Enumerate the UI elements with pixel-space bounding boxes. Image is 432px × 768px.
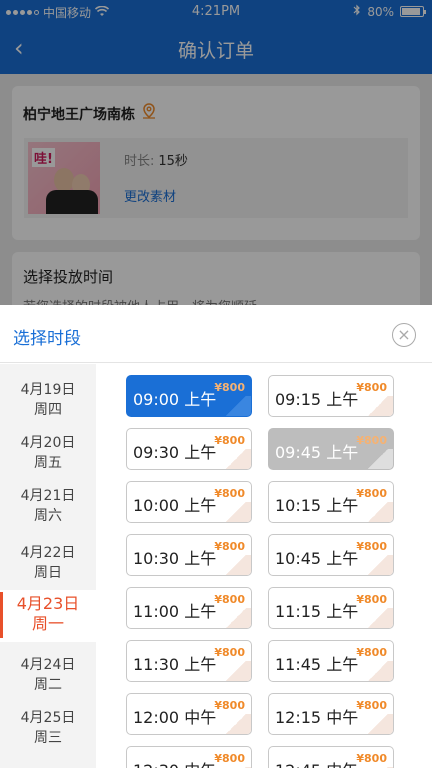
weekday-label: 周二: [34, 677, 62, 693]
slot-price: ¥800: [356, 646, 387, 659]
date-label: 4月24日: [20, 657, 76, 673]
date-item[interactable]: 4月22日周日: [0, 543, 96, 591]
time-slot[interactable]: 11:45 上午 ¥800: [268, 640, 394, 682]
time-slot[interactable]: 09:00 上午 ¥800: [126, 375, 252, 417]
date-label: 4月25日: [20, 710, 76, 726]
time-slot[interactable]: 12:00 中午 ¥800: [126, 693, 252, 735]
slot-price: ¥800: [214, 487, 245, 500]
slot-time: 12:15 中午: [275, 708, 359, 727]
corner-decoration: [221, 608, 251, 628]
date-item[interactable]: 4月21日周六: [0, 486, 96, 534]
slot-time: 10:00 上午: [133, 496, 217, 515]
slot-price: ¥800: [356, 593, 387, 606]
date-item[interactable]: 4月25日周三: [0, 708, 96, 756]
time-slot[interactable]: 10:30 上午 ¥800: [126, 534, 252, 576]
slot-price: ¥800: [356, 752, 387, 765]
weekday-label: 周六: [34, 508, 62, 524]
date-label: 4月21日: [20, 488, 76, 504]
corner-decoration: [221, 661, 251, 681]
slot-time: 11:15 上午: [275, 602, 359, 621]
time-slot[interactable]: 12:15 中午 ¥800: [268, 693, 394, 735]
time-slot[interactable]: 10:15 上午 ¥800: [268, 481, 394, 523]
time-slot[interactable]: 11:15 上午 ¥800: [268, 587, 394, 629]
date-item[interactable]: 4月24日周二: [0, 655, 96, 703]
date-label: 4月22日: [20, 545, 76, 561]
corner-decoration: [363, 608, 393, 628]
corner-decoration: [221, 396, 251, 416]
time-slot[interactable]: 10:00 上午 ¥800: [126, 481, 252, 523]
slot-time: 11:00 上午: [133, 602, 217, 621]
slot-price: ¥800: [214, 699, 245, 712]
corner-decoration: [221, 714, 251, 734]
slot-price: ¥800: [356, 487, 387, 500]
weekday-label: 周四: [34, 402, 62, 418]
slot-price: ¥800: [356, 434, 387, 447]
date-label: 4月20日: [20, 435, 76, 451]
corner-decoration: [363, 661, 393, 681]
time-slot[interactable]: 10:45 上午 ¥800: [268, 534, 394, 576]
slot-price: ¥800: [214, 381, 245, 394]
time-slot[interactable]: 09:30 上午 ¥800: [126, 428, 252, 470]
corner-decoration: [221, 555, 251, 575]
corner-decoration: [363, 555, 393, 575]
weekday-label: 周一: [31, 614, 64, 633]
corner-decoration: [363, 714, 393, 734]
slot-time: 10:30 上午: [133, 549, 217, 568]
date-list: 4月19日 周四 4月20日 周五 4月21日 周六 4月22日 周日 4月23日 周一 4月24日…: [0, 364, 96, 768]
slot-price: ¥800: [214, 646, 245, 659]
weekday-label: 周日: [34, 565, 62, 581]
slot-time: 10:45 上午: [275, 549, 359, 568]
slot-time: 11:30 上午: [133, 655, 217, 674]
slot-time: 09:45 上午: [275, 443, 359, 462]
weekday-label: 周五: [34, 455, 62, 471]
slot-time: 09:30 上午: [133, 443, 217, 462]
date-item[interactable]: 4月19日周四: [0, 380, 96, 428]
slot-price: ¥800: [214, 540, 245, 553]
corner-decoration: [221, 502, 251, 522]
close-icon: ×: [397, 325, 411, 344]
slot-time: 10:15 上午: [275, 496, 359, 515]
weekday-label: 周三: [34, 730, 62, 746]
slot-time: 12:45 中午: [275, 757, 358, 768]
corner-decoration: [363, 396, 393, 416]
slot-time: 09:15 上午: [275, 390, 359, 409]
date-item[interactable]: 4月20日周五: [0, 433, 96, 481]
slot-price: ¥800: [356, 381, 387, 394]
time-slot-sheet: 选择时段 × 4月19日 周四 4月20日 周五 4月21日 周六 4月22日 周日 4月23日…: [0, 305, 432, 768]
slot-price: ¥800: [356, 540, 387, 553]
slot-price: ¥800: [214, 752, 245, 765]
sheet-header: 选择时段 ×: [0, 305, 432, 363]
slot-price: ¥800: [214, 593, 245, 606]
time-slot[interactable]: 11:00 上午 ¥800: [126, 587, 252, 629]
corner-decoration: [221, 449, 251, 469]
slot-price: ¥800: [356, 699, 387, 712]
time-slot: 09:45 上午 ¥800: [268, 428, 394, 470]
corner-decoration: [363, 449, 393, 469]
time-slot[interactable]: 12:45 中午¥800: [268, 746, 394, 768]
slot-time: 12:00 中午: [133, 708, 217, 727]
slot-time: 12:30 中午: [133, 757, 216, 768]
time-slot[interactable]: 09:15 上午 ¥800: [268, 375, 394, 417]
sheet-title: 选择时段: [13, 329, 81, 349]
date-label: 4月19日: [20, 382, 76, 398]
time-slot[interactable]: 12:30 中午¥800: [126, 746, 252, 768]
close-button[interactable]: ×: [392, 323, 416, 347]
date-label: 4月23日: [16, 594, 80, 613]
slot-price: ¥800: [214, 434, 245, 447]
slot-time: 11:45 上午: [275, 655, 359, 674]
corner-decoration: [363, 502, 393, 522]
date-item[interactable]: 4月23日 周一: [0, 590, 96, 642]
slot-time: 09:00 上午: [133, 390, 217, 409]
time-slot[interactable]: 11:30 上午 ¥800: [126, 640, 252, 682]
